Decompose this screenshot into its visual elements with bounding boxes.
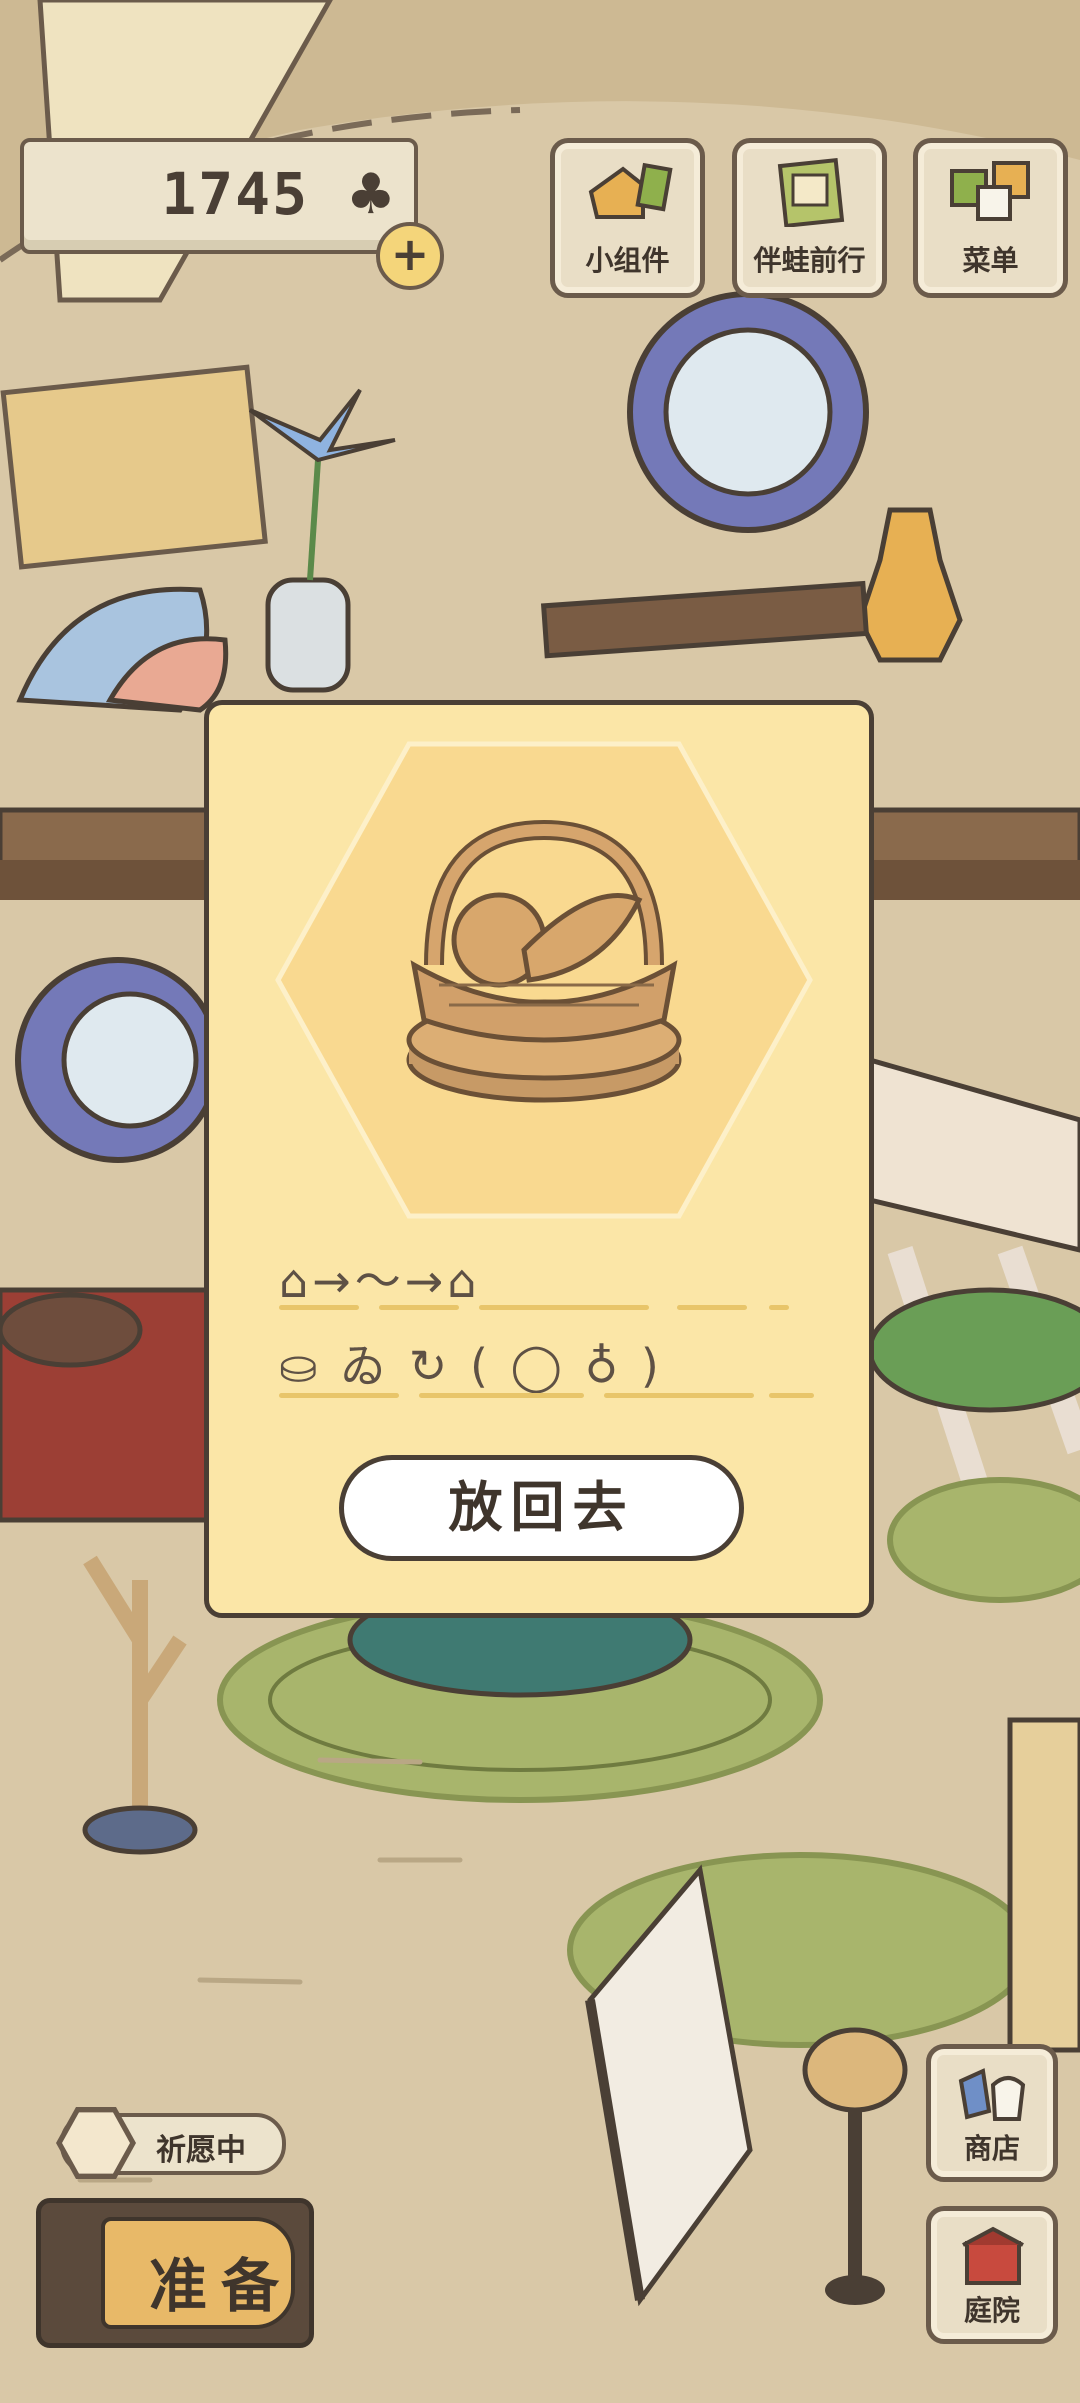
clover-icon: ♣: [345, 162, 396, 227]
widget-icon: [588, 162, 673, 219]
widget-button[interactable]: 小组件: [550, 138, 705, 298]
album-icon: [777, 158, 845, 227]
shop-button[interactable]: 商店: [926, 2044, 1058, 2182]
item-hexagon: [274, 740, 814, 1220]
put-back-button[interactable]: 放回去: [339, 1455, 744, 1561]
item-description-line-2: ⛀ ゐ ↻ ( ◯ ♁ ): [279, 1339, 663, 1393]
prepare-button[interactable]: 准备: [36, 2198, 314, 2348]
clover-count: 1745: [161, 160, 309, 228]
prepare-label: 准备: [149, 2252, 294, 2320]
wish-label: 祈愿中: [156, 2133, 246, 2168]
yard-icon: [962, 2226, 1024, 2285]
menu-button[interactable]: 菜单: [913, 138, 1068, 298]
shop-label: 商店: [963, 2132, 1020, 2165]
wish-status[interactable]: 祈愿中: [56, 2107, 286, 2179]
album-label: 伴蛙前行: [753, 244, 866, 277]
yard-label: 庭院: [963, 2294, 1020, 2327]
menu-label: 菜单: [962, 244, 1019, 277]
add-clover-button[interactable]: +: [376, 222, 444, 290]
album-button[interactable]: 伴蛙前行: [732, 138, 887, 298]
clover-counter: 1745 ♣ +: [20, 138, 444, 290]
menu-icon: [950, 161, 1030, 221]
widget-label: 小组件: [585, 244, 670, 277]
yard-button[interactable]: 庭院: [926, 2206, 1058, 2344]
plus-icon: +: [390, 227, 430, 281]
item-detail-modal: ⌂→〜→⌂ ⛀ ゐ ↻ ( ◯ ♁ ) 放回去: [204, 700, 874, 1618]
shop-icon: [958, 2068, 1026, 2121]
item-description-line-1: ⌂→〜→⌂: [279, 1254, 481, 1308]
